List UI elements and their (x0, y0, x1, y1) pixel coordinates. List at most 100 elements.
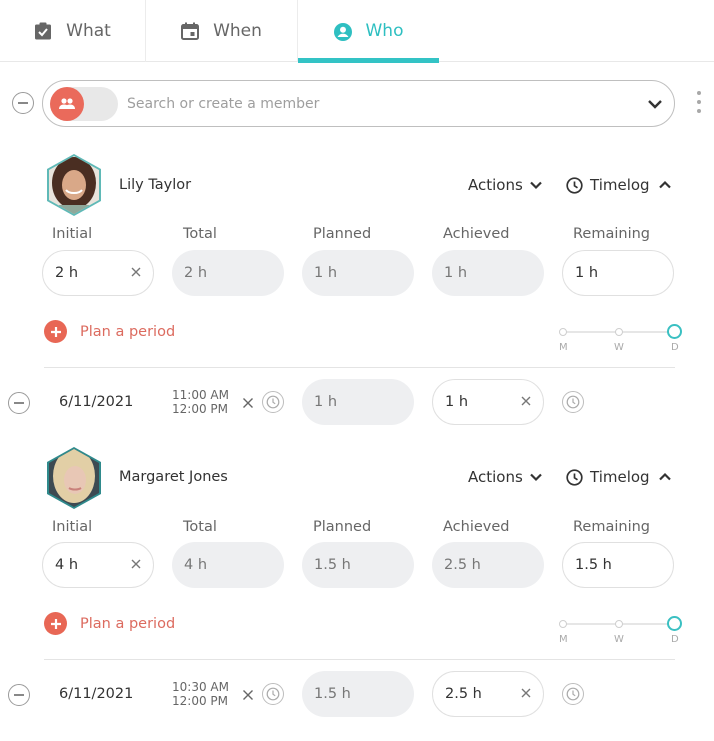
actions-label: Actions (468, 468, 523, 486)
planned-label: Planned (313, 226, 372, 242)
divider (44, 659, 675, 660)
timelog-label: Timelog (590, 468, 650, 486)
remove-entry-button[interactable] (8, 392, 30, 414)
slider-label-d: D (671, 342, 679, 353)
initial-field[interactable]: 2 h (42, 250, 154, 296)
kebab-dot (697, 91, 701, 95)
entry-achieved-value: 1 h (445, 394, 469, 410)
entry-achieved-field[interactable]: 1 h (432, 379, 544, 425)
avatar[interactable] (45, 153, 103, 217)
divider (44, 367, 675, 368)
actions-label: Actions (468, 176, 523, 194)
clock-icon (566, 395, 580, 409)
entry-start-time: 11:00 AM (172, 388, 229, 402)
slider-stop-day[interactable] (667, 616, 682, 631)
clock-icon (566, 687, 580, 701)
plan-period-label: Plan a period (80, 323, 176, 340)
chevron-down-icon (530, 473, 542, 482)
remaining-value: 1 h (575, 265, 599, 281)
time-picker-button[interactable] (262, 391, 284, 413)
initial-field[interactable]: 4 h (42, 542, 154, 588)
planned-label: Planned (313, 519, 372, 535)
remaining-field[interactable]: 1 h (562, 250, 674, 296)
plan-period-button[interactable]: Plan a period (44, 320, 175, 343)
timelog-entry-button[interactable] (562, 683, 584, 705)
clock-icon (566, 176, 583, 194)
total-value: 2 h (184, 265, 208, 281)
planned-field: 1 h (302, 250, 414, 296)
clear-icon[interactable] (519, 394, 533, 408)
member-search-box (42, 80, 675, 127)
group-icon (59, 98, 75, 109)
timelog-label: Timelog (590, 176, 650, 194)
timelog-entry-button[interactable] (562, 391, 584, 413)
chevron-up-icon (658, 472, 671, 481)
member-type-toggle[interactable] (50, 87, 118, 121)
initial-label: Initial (52, 226, 93, 242)
initial-value: 4 h (55, 557, 79, 573)
timelog-toggle[interactable]: Timelog (566, 468, 672, 486)
calendar-icon (181, 22, 200, 40)
tab-what[interactable]: What (0, 0, 146, 62)
slider-stop-month[interactable] (559, 620, 567, 628)
time-picker-button[interactable] (262, 683, 284, 705)
remove-entry-button[interactable] (8, 684, 30, 706)
timelog-toggle[interactable]: Timelog (566, 176, 672, 194)
clock-icon (566, 468, 583, 486)
total-field: 2 h (172, 250, 284, 296)
more-options-button[interactable] (694, 91, 704, 113)
entry-achieved-value: 2.5 h (445, 686, 482, 702)
slider-label-w: W (614, 634, 624, 645)
clear-time-icon[interactable] (242, 397, 254, 409)
chevron-down-icon[interactable] (646, 95, 664, 113)
granularity-slider[interactable]: M W D (556, 324, 684, 356)
slider-stop-week[interactable] (615, 620, 623, 628)
achieved-field: 2.5 h (432, 542, 544, 588)
granularity-slider[interactable]: M W D (556, 616, 684, 648)
tab-who-label: Who (365, 21, 404, 41)
actions-dropdown[interactable]: Actions (468, 468, 543, 486)
active-tab-indicator (298, 58, 439, 63)
clear-icon[interactable] (129, 557, 143, 571)
remaining-field[interactable]: 1.5 h (562, 542, 674, 588)
plan-period-button[interactable]: Plan a period (44, 612, 175, 635)
slider-stop-day[interactable] (667, 324, 682, 339)
entry-time-range[interactable]: 11:00 AM 12:00 PM (172, 388, 229, 416)
entry-end-time: 12:00 PM (172, 694, 228, 708)
kebab-dot (697, 100, 701, 104)
achieved-value: 2.5 h (444, 557, 481, 573)
total-field: 4 h (172, 542, 284, 588)
entry-time-range[interactable]: 10:30 AM 12:00 PM (172, 680, 229, 708)
slider-label-w: W (614, 342, 624, 353)
entry-date[interactable]: 6/11/2021 (59, 686, 133, 702)
remove-member-search-button[interactable] (12, 92, 34, 114)
clear-time-icon[interactable] (242, 689, 254, 701)
clear-icon[interactable] (129, 265, 143, 279)
tab-who[interactable]: Who (298, 0, 439, 63)
plus-icon (44, 612, 67, 635)
member-search-input[interactable] (127, 91, 617, 117)
entry-end-time: 12:00 PM (172, 402, 228, 416)
total-label: Total (183, 226, 217, 242)
clock-icon (266, 687, 280, 701)
chevron-up-icon (658, 180, 671, 189)
achieved-value: 1 h (444, 265, 468, 281)
tab-when[interactable]: When (146, 0, 298, 62)
slider-stop-week[interactable] (615, 328, 623, 336)
kebab-dot (697, 109, 701, 113)
plus-icon (44, 320, 67, 343)
actions-dropdown[interactable]: Actions (468, 176, 543, 194)
entry-start-time: 10:30 AM (172, 680, 229, 694)
entry-achieved-field[interactable]: 2.5 h (432, 671, 544, 717)
avatar[interactable] (45, 446, 103, 510)
member-name: Lily Taylor (119, 177, 192, 193)
remaining-label: Remaining (573, 519, 650, 535)
slider-stop-month[interactable] (559, 328, 567, 336)
total-value: 4 h (184, 557, 208, 573)
tab-what-label: What (66, 21, 111, 41)
account-circle-icon (333, 22, 352, 41)
remaining-label: Remaining (573, 226, 650, 242)
slider-label-m: M (559, 342, 568, 353)
clear-icon[interactable] (519, 686, 533, 700)
entry-date[interactable]: 6/11/2021 (59, 394, 133, 410)
